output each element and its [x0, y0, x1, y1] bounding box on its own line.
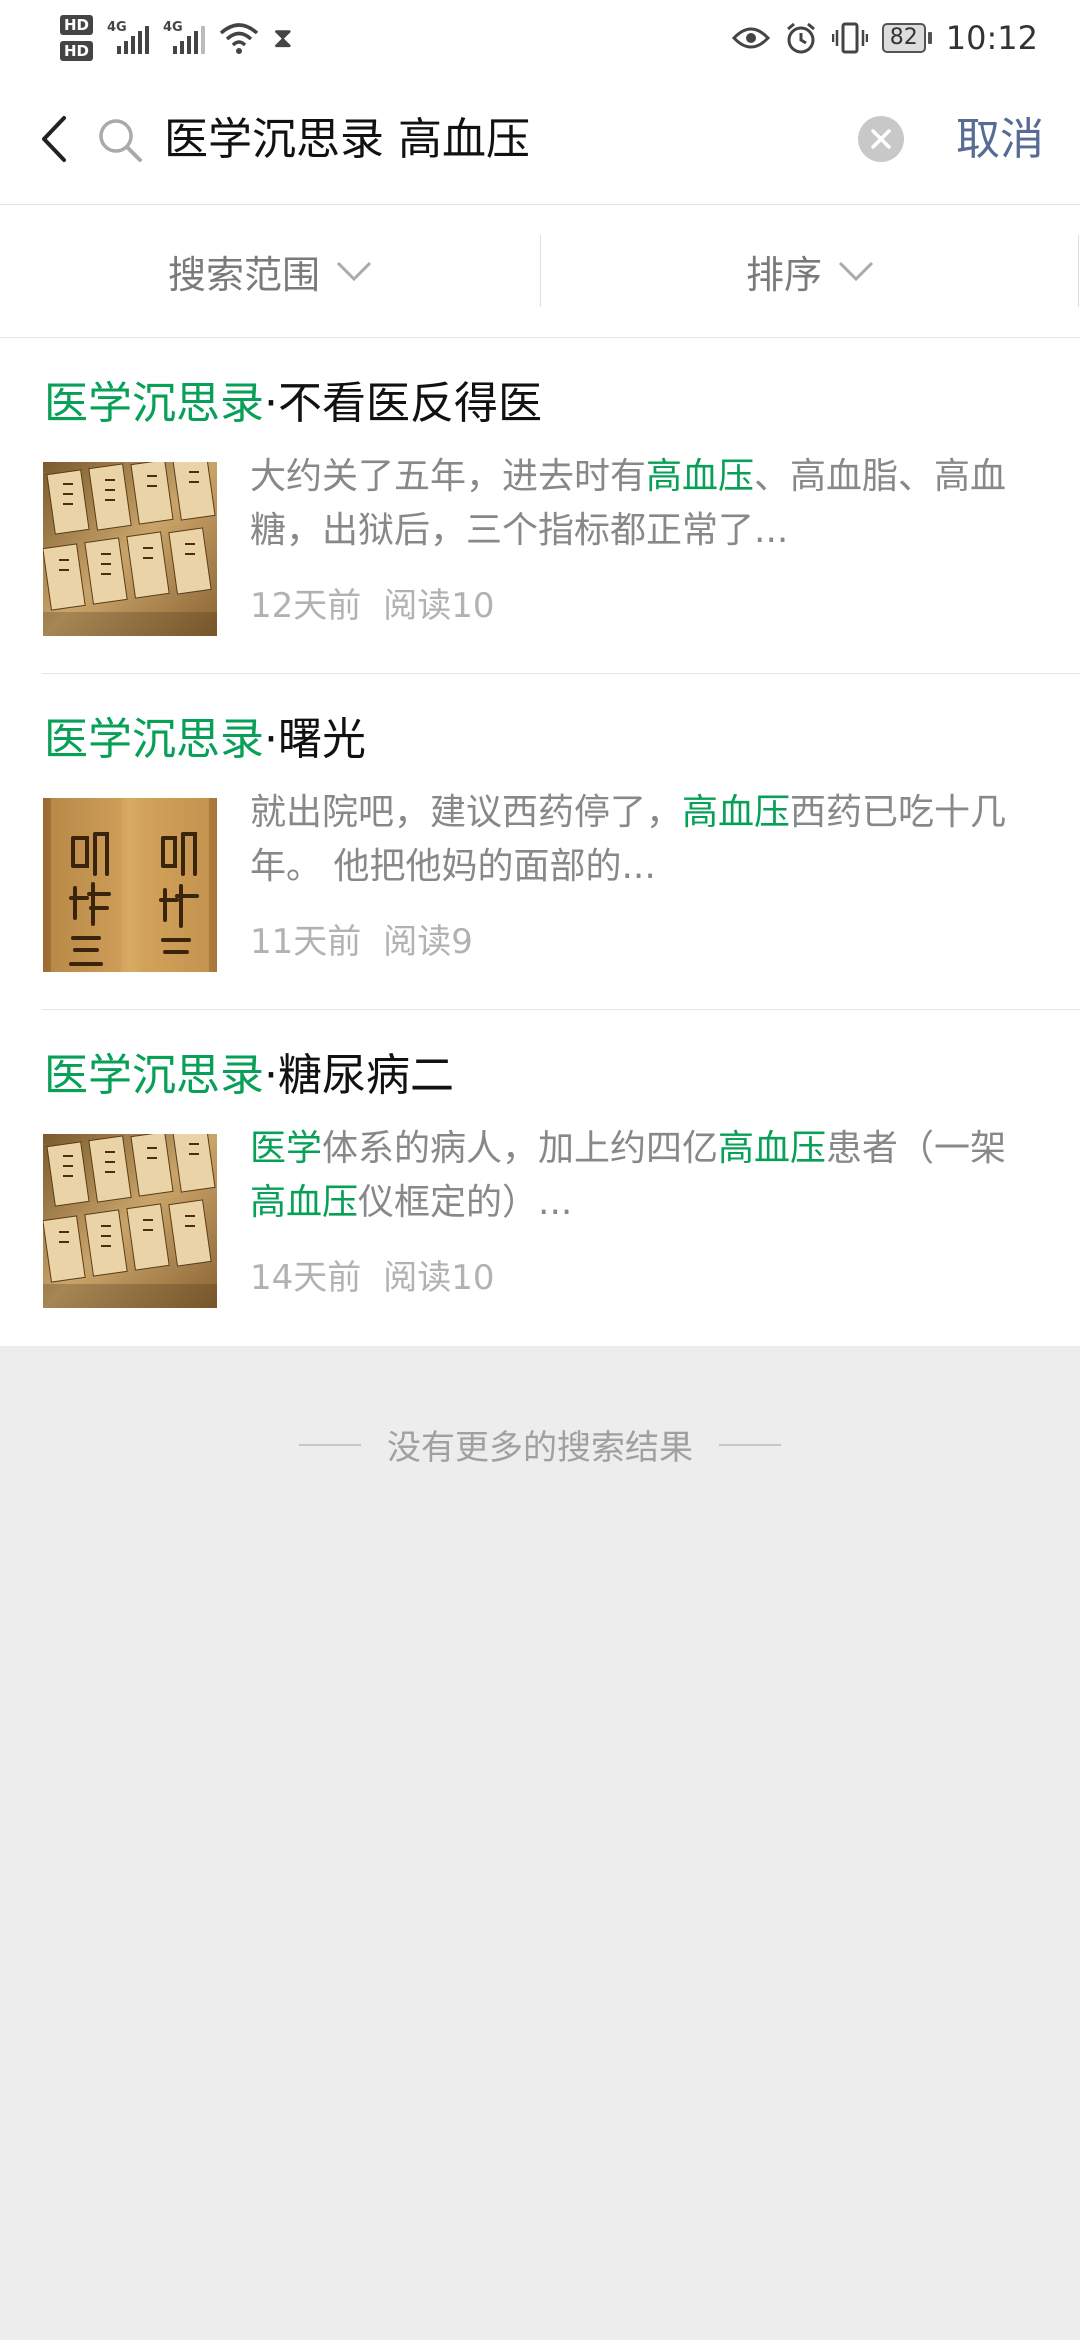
result-reads: 阅读9 — [383, 922, 473, 962]
ming-shi-san-thumbnail — [43, 798, 217, 972]
result-snippet: 就出院吧，建议西药停了，高血压西药已吃十几年。 他把他妈的面部的... — [250, 786, 1040, 894]
result-meta: 12天前 阅读10 — [250, 584, 495, 628]
sort-dropdown[interactable]: 排序 — [541, 205, 1079, 337]
filter-bar: 搜索范围 排序 — [0, 205, 1080, 338]
snippet-highlight: 高血压 — [718, 1128, 827, 1169]
result-snippet: 医学体系的病人，加上约四亿高血压患者（一架高血压仪框定的）... — [250, 1122, 1040, 1230]
cancel-button[interactable]: 取消 — [956, 112, 1044, 168]
close-icon — [871, 129, 891, 149]
result-meta: 14天前 阅读10 — [250, 1256, 495, 1300]
divider-line — [299, 1443, 361, 1446]
title-highlight: 医学沉思录 — [44, 378, 264, 429]
result-item[interactable]: 医学沉思录·曙光 就出院吧，建议西药停了，高血压西药已吃十几年。 他把他妈的面部… — [0, 674, 1080, 1010]
snippet-text: 患者（一架 — [826, 1128, 1007, 1169]
status-bar: HD HD 4G 4G ⧗ 82 10:12 — [0, 0, 1080, 76]
no-more-results-label: 没有更多的搜索结果 — [387, 1428, 693, 1468]
snippet-highlight: 高血压 — [250, 1182, 359, 1223]
clear-search-button[interactable] — [858, 116, 904, 162]
snippet-text: 仪框定的）... — [358, 1182, 573, 1223]
result-reads: 阅读10 — [383, 1258, 495, 1298]
snippet-text: 体系的病人，加上约四亿 — [322, 1128, 719, 1169]
battery-level: 82 — [881, 23, 926, 53]
result-title: 医学沉思录·不看医反得医 — [44, 376, 542, 432]
clock: 10:12 — [945, 19, 1038, 57]
result-snippet: 大约关了五年，进去时有高血压、高血脂、高血糖，出狱后，三个指标都正常了... — [250, 450, 1040, 558]
wifi-icon — [219, 23, 259, 54]
search-bar: 医学沉思录 高血压 取消 — [0, 76, 1080, 205]
title-text: ·不看医反得医 — [264, 378, 542, 429]
no-more-results: 没有更多的搜索结果 — [0, 1420, 1080, 1469]
results-list: 医学沉思录·不看医反得医 大约关了五年，进去时有高血压、高血脂、高血糖，出狱后，… — [0, 338, 1080, 1346]
result-item[interactable]: 医学沉思录·糖尿病二 医学体系的病人，加上约四亿高血压患者（一架高血压仪框定的）… — [0, 1010, 1080, 1346]
divider-line — [719, 1443, 781, 1446]
vibrate-icon — [831, 22, 868, 54]
bamboo-slips-thumbnail — [43, 462, 217, 636]
status-left: HD HD 4G 4G ⧗ — [60, 8, 293, 68]
title-text: ·曙光 — [264, 714, 366, 765]
search-scope-dropdown[interactable]: 搜索范围 — [0, 205, 540, 337]
status-right: 82 10:12 — [731, 12, 1038, 64]
eye-icon — [731, 27, 770, 49]
result-reads: 阅读10 — [383, 586, 495, 626]
result-title: 医学沉思录·糖尿病二 — [44, 1048, 454, 1104]
back-arrow-icon[interactable] — [36, 114, 76, 164]
snippet-text: 就出院吧，建议西药停了， — [250, 792, 683, 833]
hd-indicators: HD HD — [60, 15, 94, 61]
chevron-down-icon — [838, 261, 874, 281]
title-highlight: 医学沉思录 — [44, 1050, 264, 1101]
result-title: 医学沉思录·曙光 — [44, 712, 366, 768]
title-highlight: 医学沉思录 — [44, 714, 264, 765]
battery-icon: 82 — [881, 23, 932, 53]
bamboo-slips-thumbnail — [43, 1134, 217, 1308]
signal-2-icon: 4G — [163, 20, 206, 56]
search-scope-label: 搜索范围 — [167, 252, 320, 297]
snippet-highlight: 高血压 — [646, 456, 755, 497]
title-text: ·糖尿病二 — [264, 1050, 454, 1101]
search-icon — [99, 119, 142, 162]
snippet-text: 大约关了五年，进去时有 — [250, 456, 647, 497]
result-age: 14天前 — [250, 1258, 362, 1298]
snippet-highlight: 医学 — [250, 1128, 323, 1169]
sort-label: 排序 — [745, 252, 822, 297]
hourglass-icon: ⧗ — [273, 21, 293, 54]
hd2-badge: HD — [60, 41, 94, 61]
alarm-icon — [786, 22, 815, 54]
filter-divider-right — [1078, 235, 1079, 307]
search-input[interactable]: 医学沉思录 高血压 — [164, 112, 530, 168]
result-age: 11天前 — [250, 922, 362, 962]
snippet-highlight: 高血压 — [682, 792, 791, 833]
chevron-down-icon — [336, 261, 372, 281]
result-meta: 11天前 阅读9 — [250, 920, 473, 964]
signal-1-icon: 4G — [107, 20, 150, 56]
result-age: 12天前 — [250, 586, 362, 626]
hd1-badge: HD — [60, 15, 94, 35]
result-item[interactable]: 医学沉思录·不看医反得医 大约关了五年，进去时有高血压、高血脂、高血糖，出狱后，… — [0, 338, 1080, 674]
